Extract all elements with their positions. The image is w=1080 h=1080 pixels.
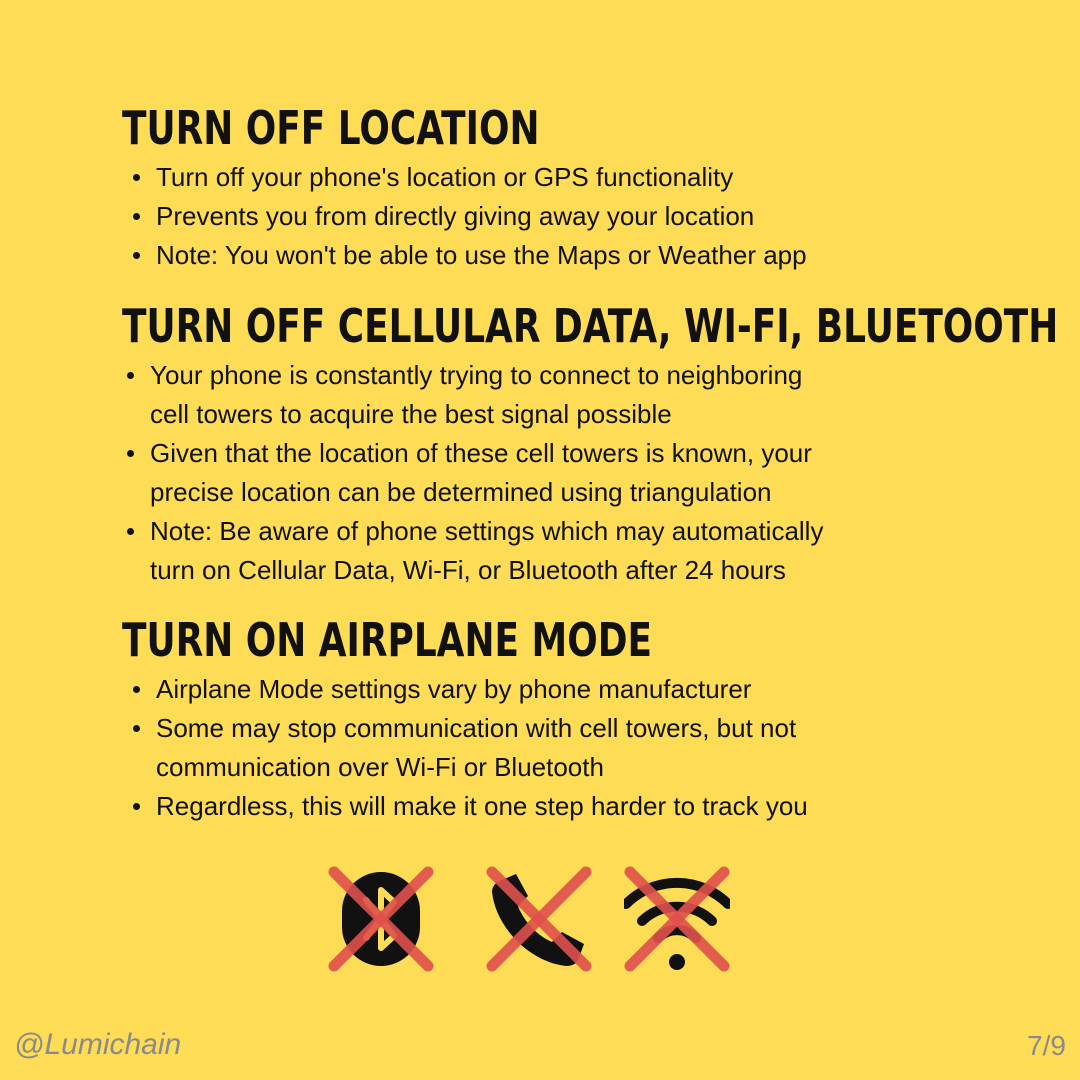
bullet-list: Your phone is constantly trying to conne… — [122, 356, 1052, 590]
list-item: Turn off your phone's location or GPS fu… — [133, 158, 1052, 197]
list-item: Some may stop communication with cell to… — [133, 709, 1052, 787]
list-item: Regardless, this will make it one step h… — [133, 787, 1052, 826]
author-handle: @Lumichain — [14, 1028, 182, 1061]
bluetooth-icon — [328, 866, 434, 972]
list-item: Note: Be aware of phone settings which m… — [127, 512, 1052, 590]
list-item: Given that the location of these cell to… — [127, 434, 1052, 512]
list-item: Airplane Mode settings vary by phone man… — [133, 670, 1052, 709]
section-title: TURN OFF CELLULAR DATA, WI-FI, BLUETOOTH — [122, 299, 1059, 353]
main-content: TURN OFF LOCATION Turn off your phone's … — [122, 98, 1059, 826]
phone-icon — [486, 866, 592, 972]
list-item: Note: You won't be able to use the Maps … — [133, 236, 1052, 275]
section-airplane-mode: TURN ON AIRPLANE MODE Airplane Mode sett… — [122, 610, 1052, 826]
list-item: Your phone is constantly trying to conne… — [127, 356, 1052, 434]
bullet-list: Airplane Mode settings vary by phone man… — [122, 670, 1052, 826]
section-turn-off-location: TURN OFF LOCATION Turn off your phone's … — [122, 98, 1052, 275]
bullet-list: Turn off your phone's location or GPS fu… — [122, 158, 1052, 275]
section-title: TURN ON AIRPLANE MODE — [122, 613, 652, 667]
section-title: TURN OFF LOCATION — [122, 101, 540, 155]
wifi-icon — [624, 866, 730, 972]
section-turn-off-cellular: TURN OFF CELLULAR DATA, WI-FI, BLUETOOTH… — [122, 296, 1059, 590]
disabled-connections-icons — [328, 866, 748, 972]
list-item: Prevents you from directly giving away y… — [133, 197, 1052, 236]
page-indicator: 7/9 — [1027, 1030, 1066, 1061]
